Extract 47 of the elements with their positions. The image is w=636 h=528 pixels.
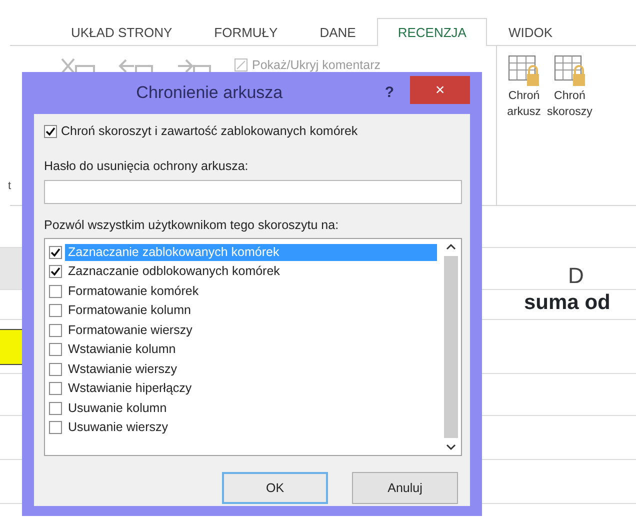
ribbon-tab[interactable]: FORMUŁY	[193, 18, 299, 45]
checkbox[interactable]	[49, 246, 62, 258]
protect-button[interactable]: Chroń skoroszy	[547, 54, 592, 205]
scroll-down-icon	[446, 444, 456, 452]
help-button[interactable]: ?	[384, 82, 394, 104]
checkbox[interactable]	[49, 362, 62, 376]
scroll-up-icon	[446, 243, 456, 250]
checkbox[interactable]	[49, 421, 62, 434]
row-header	[0, 248, 22, 289]
list-item[interactable]: Formatowanie wierszy	[65, 322, 196, 338]
highlighted-cell	[0, 329, 22, 365]
field-label: Hasło do usunięcia ochrony arkusza:	[44, 158, 250, 175]
checkbox-label: Chroń skoroszyt i zawartość zablokowanych komórek	[61, 123, 358, 140]
list-item[interactable]: Usuwanie wierszy	[65, 419, 172, 436]
scrollbar-thumb[interactable]	[444, 256, 458, 438]
ribbon-tab[interactable]: UKŁAD STRONY	[50, 18, 194, 45]
list-item[interactable]: Wstawianie kolumn	[65, 341, 179, 358]
dialog-title: Chronienie arkusza	[135, 82, 284, 104]
list-label: Pozwól wszystkim użytkownikom tego skoroszytu na:	[44, 216, 340, 234]
checkbox[interactable]	[49, 265, 62, 278]
list-item[interactable]: Zaznaczanie odblokowanych komórek	[65, 263, 283, 280]
list-item[interactable]: Usuwanie kolumn	[65, 400, 170, 416]
table-cell: suma od	[524, 291, 610, 314]
checkbox[interactable]	[49, 284, 62, 298]
ribbon-tab[interactable]: RECENZJA	[376, 18, 488, 46]
checkbox[interactable]	[49, 304, 62, 317]
dialog-button[interactable]: Anuluj	[352, 472, 458, 504]
list-item[interactable]: Wstawianie wierszy	[65, 360, 180, 378]
password-field[interactable]	[44, 180, 462, 204]
list-item[interactable]: Formatowanie komórek	[65, 282, 202, 300]
close-button[interactable]: ×	[410, 76, 470, 104]
ribbon-tab[interactable]: DANE	[298, 18, 377, 45]
list-item[interactable]: Wstawianie hiperłączy	[65, 380, 195, 397]
ribbon-tab[interactable]: WIDOK	[487, 18, 574, 45]
column-header: D	[568, 263, 584, 289]
checkbox[interactable]	[49, 324, 62, 336]
list-item[interactable]: Formatowanie kolumn	[65, 302, 194, 319]
locked-sheet-icon	[552, 54, 587, 88]
locked-sheet-icon	[507, 54, 541, 88]
comment-icon	[234, 58, 248, 72]
checkbox[interactable]	[44, 124, 57, 138]
checkbox[interactable]	[49, 382, 62, 395]
dialog-button[interactable]: OK	[222, 472, 328, 504]
checkbox[interactable]	[49, 343, 62, 356]
checkbox[interactable]	[49, 402, 62, 414]
text-fragment: t	[8, 179, 12, 194]
protect-button[interactable]: Chroń arkusz	[507, 54, 541, 205]
